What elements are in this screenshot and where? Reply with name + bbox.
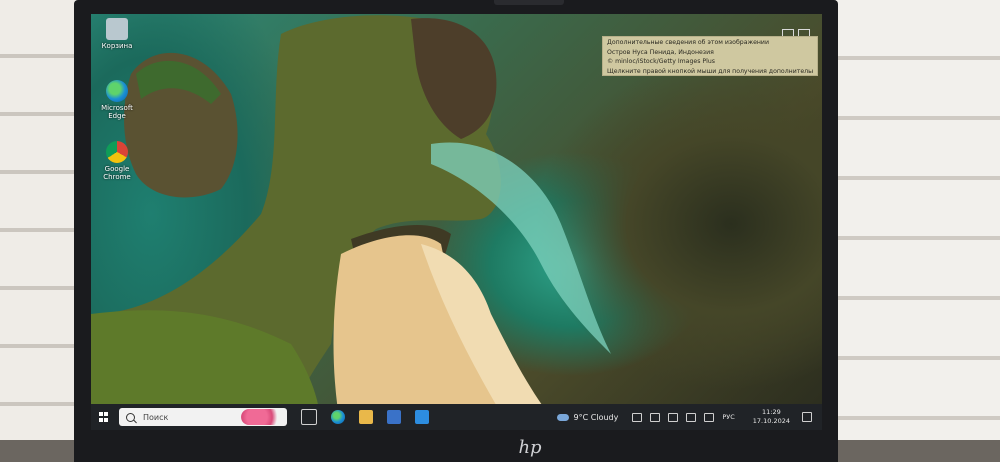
language-indicator[interactable]: РУС [722, 413, 734, 421]
network-icon[interactable] [686, 412, 697, 422]
chrome-icon [106, 141, 128, 163]
file-explorer-icon[interactable] [359, 410, 373, 424]
desktop-icon-edge[interactable]: Microsoft Edge [94, 80, 140, 120]
edge-icon [106, 80, 128, 102]
clock[interactable]: 11:29 17.10.2024 [753, 408, 790, 426]
chevron-up-icon[interactable] [650, 412, 661, 422]
brick-wall-left [0, 0, 78, 462]
desktop-icon-label: Корзина [101, 42, 133, 50]
notification-icon[interactable] [802, 412, 812, 422]
info-line: © minloc/iStock/Getty Images Plus [607, 58, 715, 66]
start-button[interactable] [99, 412, 109, 422]
store-icon[interactable] [387, 410, 401, 424]
weather-widget[interactable]: 9°C Cloudy [556, 412, 619, 422]
battery-icon[interactable] [668, 412, 679, 422]
desktop-icon-label: Google Chrome [103, 165, 131, 181]
system-tray: РУС [632, 412, 735, 422]
weather-text: 9°C Cloudy [573, 412, 619, 422]
taskbar: Поиск 9°C Cloudy РУС 11:29 17.10.2024 [91, 404, 822, 430]
task-view-icon[interactable] [301, 409, 317, 425]
clock-date: 17.10.2024 [752, 417, 790, 425]
spotlight-info-box[interactable]: Дополнительные сведения об этом изображе… [602, 36, 818, 76]
info-line: Остров Нуса Пенида, Индонезия [607, 48, 714, 56]
wallpaper [91, 15, 611, 430]
desktop-screen: Корзина Microsoft Edge Google Chrome Доп… [91, 14, 822, 430]
cloud-icon [556, 413, 569, 421]
search-icon [126, 412, 135, 422]
hp-logo: hp [518, 437, 542, 458]
volume-icon[interactable] [704, 412, 715, 422]
webcam [494, 0, 564, 5]
edge-taskbar-icon[interactable] [331, 410, 345, 424]
clock-time: 11:29 [762, 408, 781, 416]
desktop-icon-chrome[interactable]: Google Chrome [94, 141, 140, 181]
recycle-bin-icon [106, 18, 128, 40]
desktop-icon-recycle-bin[interactable]: Корзина [94, 18, 140, 50]
info-line: Дополнительные сведения об этом изображе… [607, 39, 769, 46]
mail-icon[interactable] [415, 410, 429, 424]
search-highlight-art [241, 409, 281, 425]
search-placeholder: Поиск [143, 412, 169, 422]
people-icon[interactable] [632, 412, 643, 422]
info-line: Щелкните правой кнопкой мыши для получен… [607, 67, 813, 75]
top-right-controls [782, 24, 816, 39]
desktop-icon-label: Microsoft Edge [101, 104, 133, 120]
brick-wall-right [836, 0, 1000, 462]
search-box[interactable]: Поиск [119, 408, 287, 426]
